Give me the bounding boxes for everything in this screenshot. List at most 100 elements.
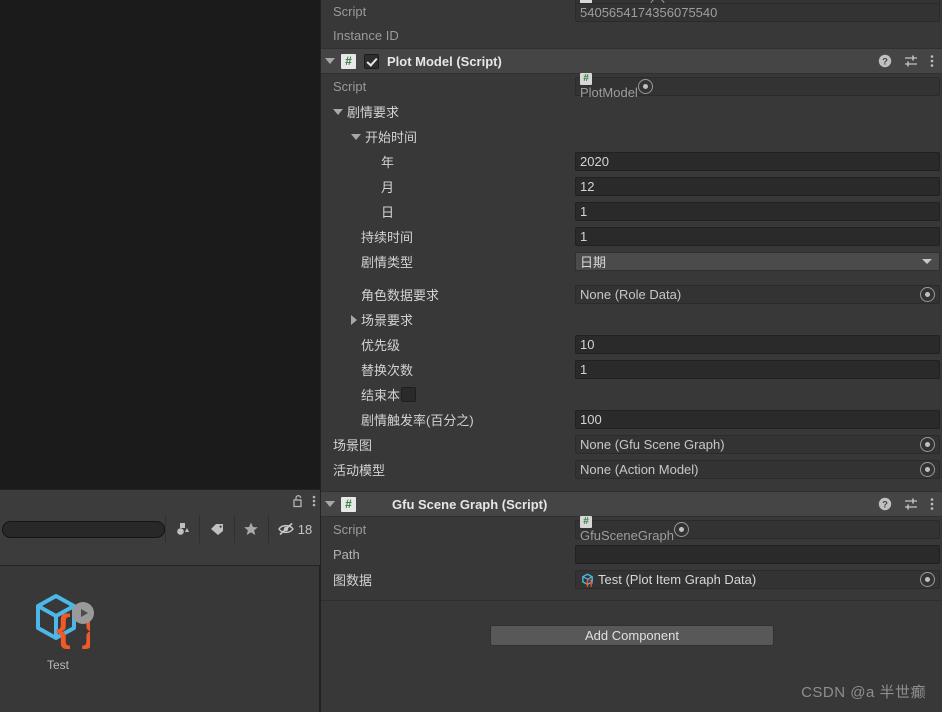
watermark: CSDN @a 半世癫: [801, 684, 926, 701]
row-start-time[interactable]: 开始时间: [321, 124, 942, 149]
object-picker-icon[interactable]: [920, 572, 935, 587]
row-trigger-rate: 剧情触发率(百分之) 100: [321, 407, 942, 432]
action-model-object-field[interactable]: None (Action Model): [575, 460, 940, 479]
trigger-rate-input[interactable]: 100: [575, 410, 940, 429]
hidden-items-indicator[interactable]: 18: [268, 515, 320, 543]
object-picker-icon[interactable]: [920, 462, 935, 477]
year-input[interactable]: 2020: [575, 152, 940, 171]
chevron-down-icon[interactable]: [351, 133, 361, 140]
row-label: 剧情类型: [361, 255, 414, 270]
object-picker-icon[interactable]: [673, 522, 689, 537]
object-picker-icon[interactable]: [920, 437, 935, 452]
row-label: 优先级: [361, 338, 401, 353]
chevron-down-icon[interactable]: [325, 501, 335, 507]
object-picker-icon[interactable]: [637, 79, 653, 94]
component-header-gfu-scene-graph[interactable]: # Gfu Scene Graph (Script) ?: [321, 491, 942, 517]
row-label: 角色数据要求: [361, 288, 440, 303]
row-label: Instance ID: [333, 27, 399, 43]
asset-item-test[interactable]: { } Test: [16, 586, 100, 672]
row-scene-requirement[interactable]: 场景要求: [321, 307, 942, 332]
component-enabled-checkbox[interactable]: [364, 53, 379, 69]
asset-label: Test: [46, 658, 69, 672]
field-value: 12: [580, 179, 595, 194]
help-icon[interactable]: ?: [878, 497, 892, 511]
field-value: 1: [580, 229, 588, 244]
graph-data-object-field[interactable]: {} Test (Plot Item Graph Data): [575, 570, 940, 589]
project-breadcrumb: [0, 543, 320, 566]
row-label: 活动模型: [333, 463, 386, 478]
row-label: 场景图: [333, 438, 373, 453]
kebab-menu-icon[interactable]: [930, 497, 934, 511]
field-value: 2020: [580, 154, 609, 169]
kebab-menu-icon[interactable]: [930, 54, 934, 68]
add-component-button[interactable]: Add Component: [490, 625, 774, 646]
row-month: 月 12: [321, 174, 942, 199]
row-label: Script: [333, 3, 367, 19]
project-panel-titlebar: [0, 489, 320, 515]
eye-crossed-icon: [277, 522, 294, 536]
object-type-icon: [176, 523, 189, 535]
unlock-icon[interactable]: [292, 494, 304, 508]
field-value: GfuSceneGraph: [580, 528, 674, 543]
scene-graph-object-field[interactable]: None (Gfu Scene Graph): [575, 435, 940, 454]
end-today-checkbox[interactable]: [401, 387, 417, 402]
divider: [321, 600, 942, 601]
field-value: 1: [580, 362, 588, 377]
row-scene-graph: 场景图 None (Gfu Scene Graph): [321, 432, 942, 457]
path-input[interactable]: [575, 545, 940, 564]
field-value: 10: [580, 337, 595, 352]
row-plot-requirement[interactable]: 剧情要求: [321, 99, 942, 124]
chevron-down-icon: [922, 259, 932, 264]
field-value: Test (Plot Item Graph Data): [598, 572, 757, 587]
project-panel-toolbar: 18: [0, 515, 320, 543]
field-value: PlotModel: [580, 85, 638, 100]
preset-icon[interactable]: [904, 497, 918, 511]
svg-text:{}: {}: [586, 578, 594, 587]
field-value: 5405654174356075540: [580, 5, 718, 20]
day-input[interactable]: 1: [575, 202, 940, 221]
graph-asset-icon: {}: [580, 572, 595, 587]
filter-by-favorite-button[interactable]: [233, 515, 268, 543]
row-duration: 持续时间 1: [321, 224, 942, 249]
play-badge-icon: [72, 602, 94, 624]
role-data-object-field[interactable]: None (Role Data): [575, 285, 940, 304]
row-end-today: 结束本日: [321, 382, 942, 407]
priority-input[interactable]: 10: [575, 335, 940, 354]
preset-icon[interactable]: [904, 54, 918, 68]
plot-type-dropdown[interactable]: 日期: [575, 252, 940, 271]
row-replace-count: 替换次数 1: [321, 357, 942, 382]
row-action-model: 活动模型 None (Action Model): [321, 457, 942, 482]
replace-count-input[interactable]: 1: [575, 360, 940, 379]
filter-by-label-button[interactable]: [199, 515, 233, 543]
search-input[interactable]: [2, 520, 166, 538]
unity-editor-window: 18 { } Test Script: [0, 0, 942, 712]
graph-asset-icon: { }: [26, 586, 96, 650]
cs-script-icon: #: [341, 53, 356, 69]
cs-script-icon: #: [580, 516, 592, 528]
row-priority: 优先级 10: [321, 332, 942, 357]
duration-input[interactable]: 1: [575, 227, 940, 246]
filter-by-type-button[interactable]: [165, 515, 199, 543]
instance-id-field: 5405654174356075540: [575, 3, 940, 22]
row-label: Path: [333, 547, 360, 562]
row-plot-type: 剧情类型 日期: [321, 249, 942, 274]
hidden-items-count: 18: [297, 521, 313, 537]
row-label: 剧情要求: [347, 105, 400, 120]
cs-script-icon: #: [341, 496, 356, 512]
script-object-field[interactable]: # GfuSceneGraph: [575, 516, 940, 543]
chevron-down-icon[interactable]: [325, 58, 335, 64]
component-header-plot-model[interactable]: # Plot Model (Script) ?: [321, 48, 942, 74]
field-value: None (Action Model): [580, 462, 699, 477]
row-day: 日 1: [321, 199, 942, 224]
object-picker-icon[interactable]: [920, 287, 935, 302]
help-icon[interactable]: ?: [878, 54, 892, 68]
chevron-right-icon[interactable]: [351, 314, 357, 325]
chevron-down-icon[interactable]: [333, 108, 343, 115]
script-object-field[interactable]: # PlotModel: [575, 73, 940, 100]
label-tag-icon: [211, 524, 224, 535]
field-value: None (Gfu Scene Graph): [580, 437, 725, 452]
row-label: 替换次数: [361, 363, 414, 378]
kebab-menu-icon[interactable]: [312, 494, 316, 508]
row-label: Script: [333, 79, 367, 94]
month-input[interactable]: 12: [575, 177, 940, 196]
